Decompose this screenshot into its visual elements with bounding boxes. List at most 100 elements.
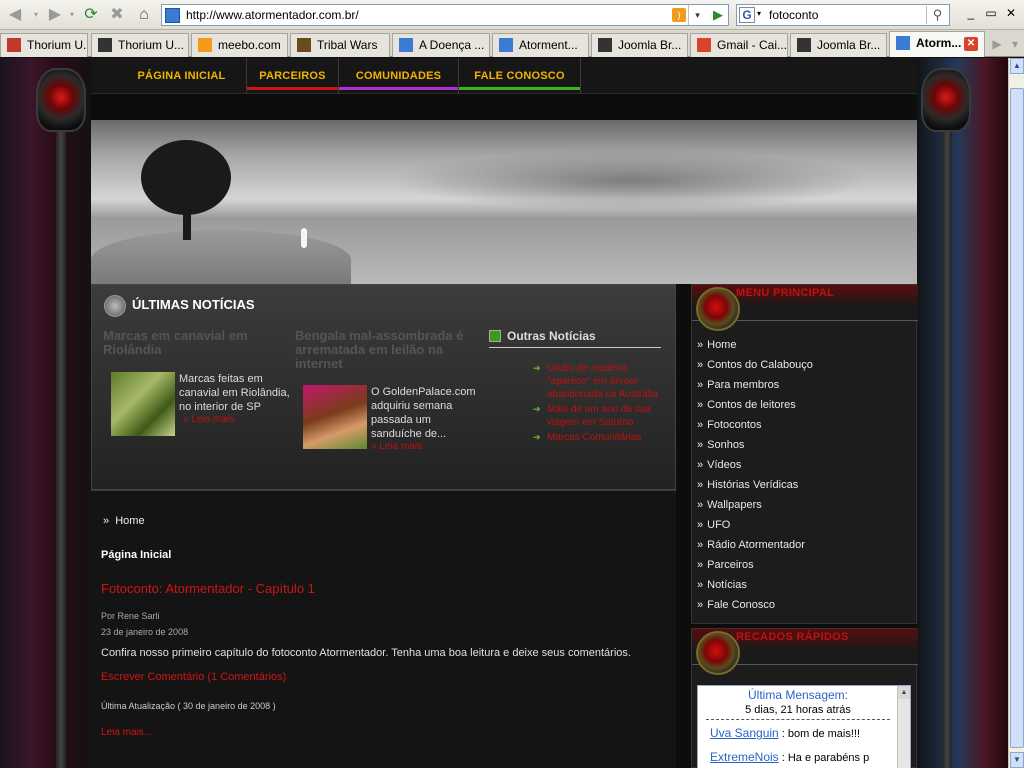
- browser-tab[interactable]: Joomla Br...: [790, 33, 887, 57]
- meebo-icon: [198, 38, 212, 52]
- browser-tab[interactable]: Thorium U...: [91, 33, 189, 57]
- banner-tree-trunk: [183, 208, 191, 240]
- banner-island: [91, 230, 351, 284]
- page-scrollbar[interactable]: ▲ ▼: [1008, 58, 1024, 768]
- menu-arrow-icon: »: [697, 379, 704, 391]
- menu-item-label: Sonhos: [707, 439, 745, 451]
- search-box[interactable]: G ▾ fotoconto ⚲: [736, 4, 950, 26]
- menu-item[interactable]: » Histórias Verídicas: [697, 475, 813, 495]
- nav-fale-conosco[interactable]: FALE CONOSCO: [459, 58, 581, 94]
- scroll-down-icon[interactable]: ▼: [1010, 752, 1024, 768]
- menu-item[interactable]: » Parceiros: [697, 555, 813, 575]
- restore-icon[interactable]: ▭: [982, 6, 1000, 22]
- puzzle-icon: [7, 38, 21, 52]
- browser-tab[interactable]: Gmail - Cai...: [690, 33, 788, 57]
- search-engine-icon[interactable]: G: [739, 7, 755, 23]
- divider: [706, 719, 890, 720]
- menu-item[interactable]: » Contos do Calabouço: [697, 355, 813, 375]
- forward-dropdown-icon[interactable]: ▾: [66, 4, 78, 26]
- menu-item[interactable]: » Para membros: [697, 375, 813, 395]
- tab-label: Thorium U...: [27, 38, 88, 52]
- menu-item[interactable]: » Contos de leitores: [697, 395, 813, 415]
- news-read-more-link[interactable]: » Leia mais: [371, 441, 422, 452]
- banner-clouds: [391, 150, 871, 210]
- breadcrumb: » Home: [103, 515, 145, 527]
- main-menu-box: MENU PRINCIPAL » Home» Contos do Calabouço…: [691, 284, 918, 624]
- go-button-icon[interactable]: ▶: [710, 7, 726, 23]
- arrow-icon: ➔: [533, 432, 541, 442]
- nav-parceiros[interactable]: PARCEIROS: [247, 58, 339, 94]
- breadcrumb-home-link[interactable]: Home: [115, 515, 144, 527]
- menu-arrow-icon: »: [697, 439, 704, 451]
- left-pillar-decoration: [56, 132, 66, 768]
- menu-item[interactable]: » Sonhos: [697, 435, 813, 455]
- url-history-dropdown-icon[interactable]: ▾: [688, 5, 706, 25]
- minimize-icon[interactable]: _: [962, 6, 980, 22]
- shout-text: : bom de mais!!!: [781, 728, 861, 740]
- article-title-link[interactable]: Fotoconto: Atormentador - Capítulo 1: [101, 581, 315, 596]
- menu-arrow-icon: »: [697, 479, 704, 491]
- close-tab-icon[interactable]: ✕: [964, 37, 978, 51]
- menu-item[interactable]: » Fale Conosco: [697, 595, 813, 615]
- menu-item[interactable]: » UFO: [697, 515, 813, 535]
- other-news-item[interactable]: ➔ Mais de um ano da sua viagem em Saturno: [489, 403, 661, 429]
- menu-item[interactable]: » Vídeos: [697, 455, 813, 475]
- other-news-heading-label: Outras Notícias: [507, 329, 596, 343]
- news-item-title[interactable]: Marcas em canavial em Riolândia: [103, 329, 278, 357]
- scroll-up-icon[interactable]: ▲: [898, 686, 910, 699]
- search-engine-dropdown-icon[interactable]: ▾: [757, 9, 761, 18]
- tab-scroll-right-icon[interactable]: ▶: [988, 35, 1006, 53]
- forward-icon[interactable]: ▶: [44, 4, 66, 26]
- article-date: 23 de janeiro de 2008: [101, 627, 189, 637]
- shout-user-link[interactable]: ExtremeNois: [710, 750, 779, 764]
- url-bar[interactable]: http://www.atormentador.com.br/ ) ▾ ▶: [161, 4, 729, 26]
- other-news-item[interactable]: ➔ Urubu de madeira "aparece" em árvore ab…: [489, 362, 661, 401]
- stop-icon[interactable]: ✖: [106, 4, 128, 26]
- back-icon[interactable]: ◀: [4, 4, 26, 26]
- menu-item[interactable]: » Wallpapers: [697, 495, 813, 515]
- browser-tab[interactable]: Atorm... ✕: [889, 31, 985, 57]
- menu-arrow-icon: »: [697, 399, 704, 411]
- search-input[interactable]: fotoconto: [769, 8, 818, 22]
- nav-pagina-inicial[interactable]: PÁGINA INICIAL: [117, 58, 247, 94]
- browser-toolbar: ◀ ▾ ▶ ▾ ⟳ ✖ ⌂ http://www.atormentador.co…: [0, 0, 1024, 30]
- close-window-icon[interactable]: ✕: [1002, 6, 1020, 22]
- tribal-icon: [297, 38, 311, 52]
- news-item-title[interactable]: Bengala mal-assombrada é arrematada em l…: [295, 329, 475, 371]
- shout-text: : Ha e parabéns p: [781, 752, 870, 764]
- browser-tab[interactable]: Joomla Br...: [591, 33, 688, 57]
- shout-user-link[interactable]: Uva Sanguin: [710, 726, 779, 740]
- write-comment-link[interactable]: Escrever Comentário (1 Comentários): [101, 671, 286, 683]
- home-icon[interactable]: ⌂: [133, 4, 155, 26]
- rss-feed-icon[interactable]: ): [672, 8, 686, 22]
- quick-messages-box: RECADOS RÁPIDOS Última Mensagem: 5 dias,…: [691, 628, 918, 768]
- nav-comunidades[interactable]: COMUNIDADES: [339, 58, 459, 94]
- url-text[interactable]: http://www.atormentador.com.br/: [186, 8, 359, 22]
- shout-message: ExtremeNois : Ha e parabéns p: [710, 750, 869, 764]
- article-body: Confira nosso primeiro capítulo do fotoc…: [101, 647, 631, 659]
- search-icon[interactable]: ⚲: [926, 6, 948, 24]
- nav-label: PARCEIROS: [259, 70, 326, 82]
- news-thumbnail-hand[interactable]: [303, 385, 367, 449]
- read-more-link[interactable]: Leia mais...: [101, 727, 152, 738]
- other-news-item[interactable]: ➔ Marcas Comunitárias: [489, 431, 661, 444]
- menu-item[interactable]: » Fotocontos: [697, 415, 813, 435]
- article-updated: Última Atualização ( 30 de janeiro de 20…: [101, 701, 276, 711]
- browser-tab[interactable]: A Doença ...: [392, 33, 490, 57]
- menu-item[interactable]: » Rádio Atormentador: [697, 535, 813, 555]
- browser-tab[interactable]: Tribal Wars: [290, 33, 390, 57]
- menu-item[interactable]: » Home: [697, 335, 813, 355]
- browser-tab[interactable]: Thorium U...: [0, 33, 88, 57]
- shoutbox-scrollbar[interactable]: ▲: [897, 686, 910, 768]
- menu-item[interactable]: » Notícias: [697, 575, 813, 595]
- back-dropdown-icon[interactable]: ▾: [30, 4, 42, 26]
- scrollbar-thumb[interactable]: [1010, 88, 1024, 748]
- document-icon: [399, 38, 413, 52]
- news-read-more-link[interactable]: » Leia mais: [183, 414, 234, 425]
- browser-tab[interactable]: Atorment...: [492, 33, 589, 57]
- scroll-up-icon[interactable]: ▲: [1010, 58, 1024, 74]
- browser-tab[interactable]: meebo.com: [191, 33, 288, 57]
- news-thumbnail-grass[interactable]: [111, 372, 175, 436]
- all-tabs-icon[interactable]: ▾: [1006, 35, 1024, 53]
- reload-icon[interactable]: ⟳: [80, 4, 102, 26]
